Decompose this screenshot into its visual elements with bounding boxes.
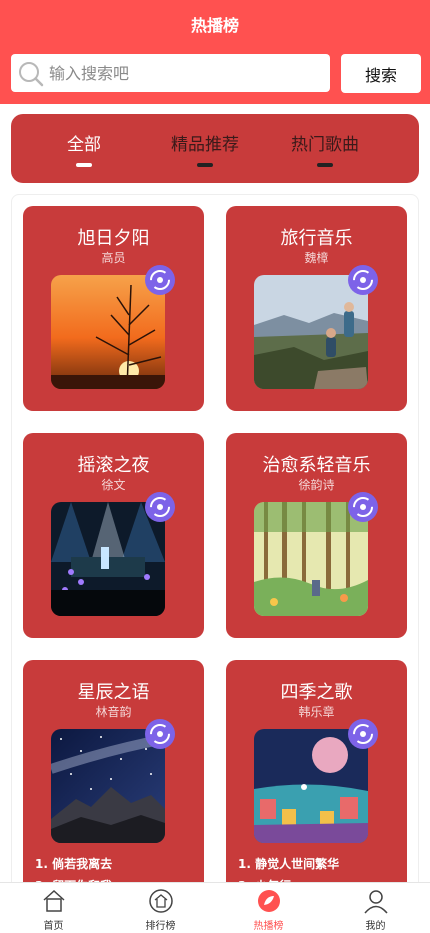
header-bar: 热播榜 搜索 [0, 0, 430, 104]
search-box[interactable] [11, 54, 330, 92]
tab-indicator [317, 163, 333, 167]
card-artist: 韩乐章 [298, 705, 335, 719]
card-artist: 魏樟 [304, 251, 329, 265]
card-title: 旅行音乐 [280, 228, 353, 249]
card-title: 星辰之语 [77, 682, 150, 703]
page-title: 热播榜 [190, 16, 239, 35]
tab-label: 热门歌曲 [291, 135, 359, 155]
card-artist: 徐文 [101, 478, 126, 492]
play-disc-icon[interactable] [348, 719, 378, 749]
card-title: 四季之歌 [280, 682, 353, 703]
user-icon [364, 890, 388, 914]
playlist-card[interactable]: 星辰之语 林音韵 1. 倘若我离去 2. 留下你和我 [23, 660, 204, 893]
bottom-tab-bar: 首页 排行榜 热播榜 我的 [0, 882, 430, 932]
card-title: 治愈系轻音乐 [262, 455, 371, 476]
playlist-card[interactable]: 旭日夕阳 高员 [23, 206, 204, 411]
playlist-card[interactable]: 四季之歌 韩乐章 1. 静觉人世间繁华 2. 少年行 [226, 660, 407, 893]
tab-featured[interactable]: 精品推荐 [150, 130, 260, 178]
playlist-card[interactable]: 治愈系轻音乐 徐韵诗 [226, 433, 407, 638]
play-disc-icon[interactable] [145, 265, 175, 295]
playlist-card[interactable]: 摇滚之夜 徐文 [23, 433, 204, 638]
tab-label: 精品推荐 [171, 135, 239, 155]
play-disc-icon[interactable] [348, 265, 378, 295]
play-disc-icon[interactable] [145, 492, 175, 522]
nav-label: 首页 [43, 921, 64, 932]
ranking-icon [149, 889, 173, 913]
song-item[interactable]: 1. 静觉人世间繁华 [238, 853, 339, 875]
nav-hot[interactable]: 热播榜 [215, 883, 322, 933]
play-disc-icon[interactable] [348, 492, 378, 522]
card-title: 旭日夕阳 [77, 228, 150, 249]
search-button[interactable]: 搜索 [341, 54, 421, 93]
card-artist: 徐韵诗 [298, 478, 335, 492]
tab-indicator [197, 163, 213, 167]
category-tabs: 全部 精品推荐 热门歌曲 [11, 114, 419, 183]
nav-ranking[interactable]: 排行榜 [107, 883, 214, 933]
card-title: 摇滚之夜 [77, 455, 150, 476]
tab-all[interactable]: 全部 [29, 130, 139, 178]
nav-label: 热播榜 [253, 921, 284, 932]
card-artist: 林音韵 [95, 705, 132, 719]
search-icon [19, 62, 44, 87]
tab-hot-songs[interactable]: 热门歌曲 [270, 130, 380, 178]
nav-home[interactable]: 首页 [0, 883, 107, 933]
song-item[interactable]: 1. 倘若我离去 [35, 853, 112, 875]
home-icon [43, 889, 65, 912]
hot-icon [258, 890, 280, 912]
search-input[interactable] [49, 54, 319, 92]
nav-label: 我的 [365, 921, 386, 932]
nav-mine[interactable]: 我的 [322, 883, 429, 933]
play-disc-icon[interactable] [145, 719, 175, 749]
tab-indicator [76, 163, 92, 167]
card-artist: 高员 [101, 251, 126, 265]
playlist-card[interactable]: 旅行音乐 魏樟 [226, 206, 407, 411]
tab-label: 全部 [67, 135, 101, 155]
playlist-grid: 旭日夕阳 高员 旅行音乐 魏樟 摇滚之夜 徐文 治愈系轻音乐 徐韵诗 星辰之语 … [11, 194, 419, 894]
nav-label: 排行榜 [145, 921, 176, 932]
